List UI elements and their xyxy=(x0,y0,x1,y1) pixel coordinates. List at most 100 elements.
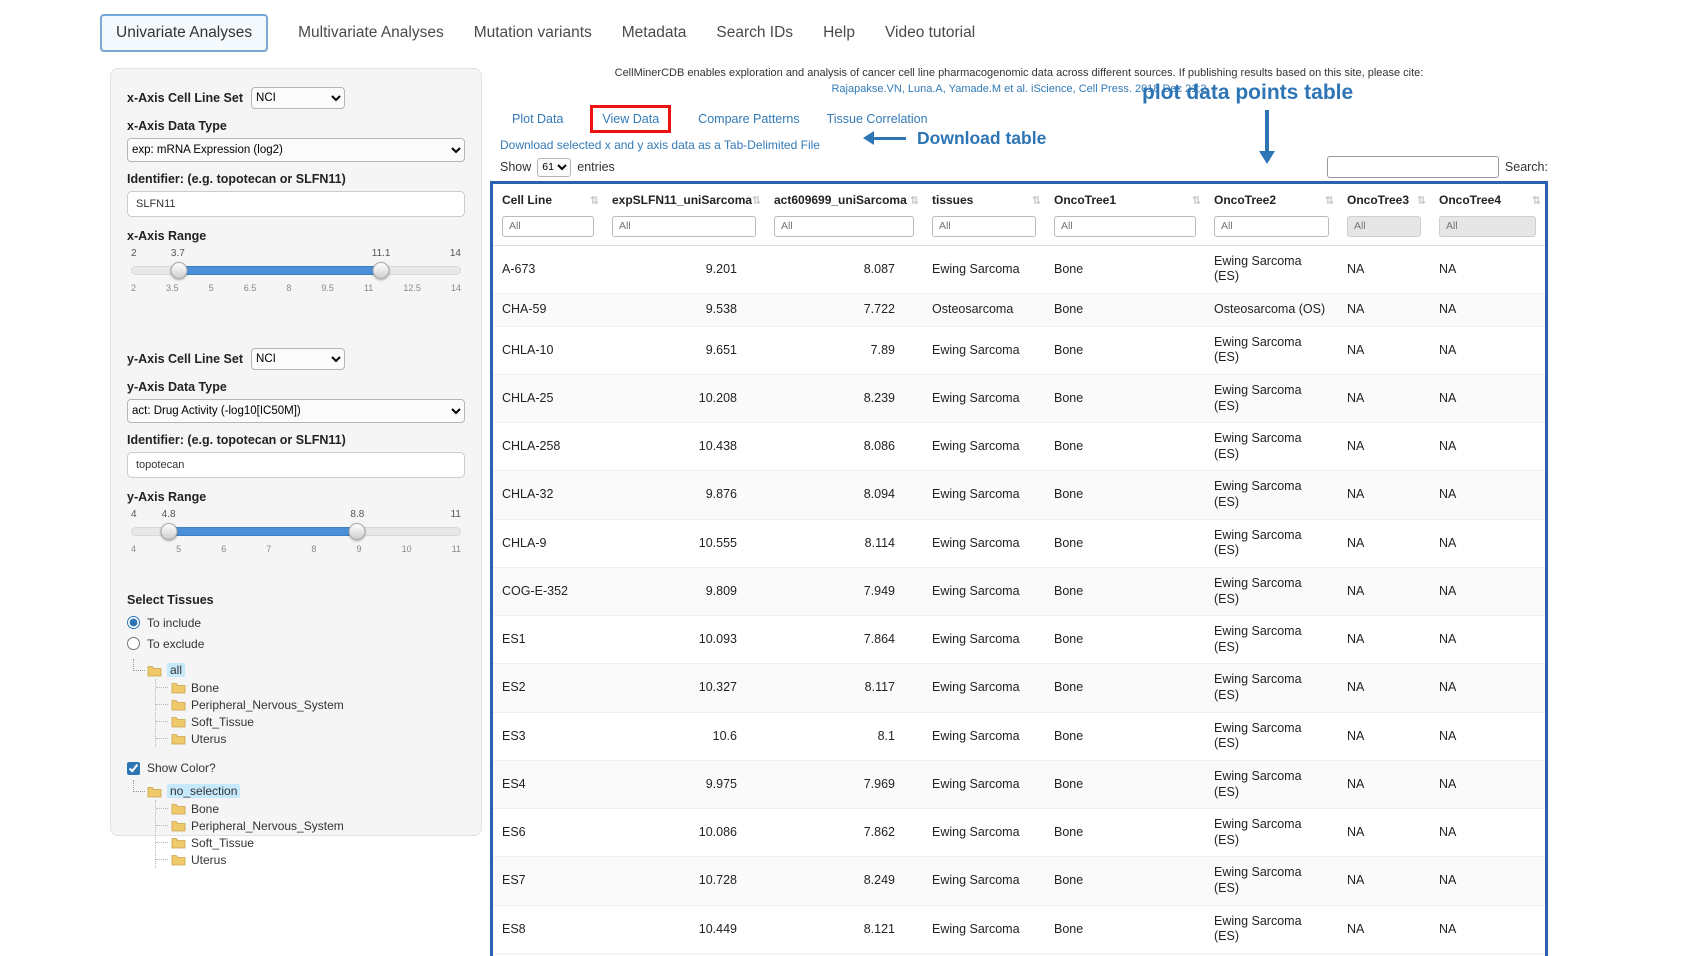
sort-icon[interactable] xyxy=(1032,194,1041,207)
sort-icon[interactable] xyxy=(590,194,599,207)
tree-item[interactable]: Peripheral_Nervous_System xyxy=(156,696,465,713)
filter-oncotree4[interactable] xyxy=(1439,216,1536,237)
slider-track[interactable] xyxy=(131,266,461,275)
tree-item[interactable]: Bone xyxy=(156,679,465,696)
y-axis-cell-line-set-select[interactable]: NCI xyxy=(251,348,345,370)
filter-cell-line[interactable] xyxy=(502,216,594,237)
table-row[interactable]: ES6 10.086 7.862 Ewing Sarcoma Bone Ewin… xyxy=(493,809,1545,857)
tree-item[interactable]: Soft_Tissue xyxy=(156,713,465,730)
subtab-plot-data[interactable]: Plot Data xyxy=(512,112,563,126)
tree-item[interactable]: Peripheral_Nervous_System xyxy=(156,817,465,834)
column-header[interactable]: expSLFN11_uniSarcoma xyxy=(603,184,765,214)
column-header[interactable]: Cell Line xyxy=(493,184,603,214)
include-radio-label: To include xyxy=(147,616,201,630)
table-row[interactable]: CHA-59 9.538 7.722 Osteosarcoma Bone Ost… xyxy=(493,294,1545,327)
sort-icon[interactable] xyxy=(1532,194,1541,207)
y-slider-handle-high[interactable] xyxy=(349,523,366,540)
controls-sidebar: x-Axis Cell Line Set NCI x-Axis Data Typ… xyxy=(110,68,482,836)
x-axis-cell-line-set-select[interactable]: NCI xyxy=(251,87,345,109)
download-tab-delimited-link[interactable]: Download selected x and y axis data as a… xyxy=(500,138,820,152)
tab-mutation-variants[interactable]: Mutation variants xyxy=(474,24,592,42)
table-controls: Show 61 entries Search: xyxy=(490,156,1548,179)
x-axis-identifier-input[interactable] xyxy=(127,191,465,217)
filter-oncotree1[interactable] xyxy=(1054,216,1196,237)
table-row[interactable]: ES7 10.728 8.249 Ewing Sarcoma Bone Ewin… xyxy=(493,857,1545,905)
exclude-radio[interactable] xyxy=(127,637,140,650)
tab-search-ids[interactable]: Search IDs xyxy=(716,24,793,42)
table-row[interactable]: CHLA-258 10.438 8.086 Ewing Sarcoma Bone… xyxy=(493,423,1545,471)
sort-icon[interactable] xyxy=(1325,194,1334,207)
table-row[interactable]: ES8 10.449 8.121 Ewing Sarcoma Bone Ewin… xyxy=(493,905,1545,953)
x-slider-handle-low[interactable] xyxy=(170,262,187,279)
tree-item[interactable]: Bone xyxy=(156,800,465,817)
filter-tissues[interactable] xyxy=(932,216,1036,237)
column-header[interactable]: OncoTree1 xyxy=(1045,184,1205,214)
slider-track[interactable] xyxy=(131,527,461,536)
table-row[interactable]: ES2 10.327 8.117 Ewing Sarcoma Bone Ewin… xyxy=(493,664,1545,712)
tab-video-tutorial[interactable]: Video tutorial xyxy=(885,24,975,42)
show-color-checkbox[interactable] xyxy=(127,762,140,775)
tree-root-label[interactable]: all xyxy=(167,663,185,677)
filter-exp[interactable] xyxy=(612,216,756,237)
column-header[interactable]: OncoTree4 xyxy=(1430,184,1545,214)
column-header[interactable]: OncoTree2 xyxy=(1205,184,1338,214)
citation-reference-link[interactable]: Rajapakse.VN, Luna.A, Yamade.M et al. iS… xyxy=(490,83,1548,95)
subtab-tissue-correlation[interactable]: Tissue Correlation xyxy=(827,112,928,126)
subtab-view-data[interactable]: View Data xyxy=(602,112,659,126)
cell-line-value: A-673 xyxy=(493,245,603,293)
plot-data-points-annotation: plot data points table xyxy=(1142,81,1353,105)
tree-item[interactable]: Uterus xyxy=(156,851,465,868)
sort-icon[interactable] xyxy=(1417,194,1426,207)
download-table-annotation-label: Download table xyxy=(917,128,1046,149)
x-axis-range-slider[interactable]: 2 3.7 11.1 14 23.556.589.51112.514 xyxy=(131,248,461,304)
exp-value: 10.555 xyxy=(603,519,765,567)
tree-root-row[interactable]: no_selection xyxy=(131,782,465,800)
tree-root-row[interactable]: all xyxy=(131,661,465,679)
header-row: Cell Line expSLFN11_uniSarcoma act609699… xyxy=(493,184,1545,214)
column-header[interactable]: OncoTree3 xyxy=(1338,184,1430,214)
filter-oncotree3[interactable] xyxy=(1347,216,1421,237)
tree-item[interactable]: Uterus xyxy=(156,730,465,747)
table-row[interactable]: A-673 9.201 8.087 Ewing Sarcoma Bone Ewi… xyxy=(493,245,1545,293)
subtab-compare-patterns[interactable]: Compare Patterns xyxy=(698,112,799,126)
y-axis-range-slider[interactable]: 4 4.8 8.8 11 4567891011 xyxy=(131,509,461,565)
table-row[interactable]: ES4 9.975 7.969 Ewing Sarcoma Bone Ewing… xyxy=(493,760,1545,808)
table-row[interactable]: CHLA-25 10.208 8.239 Ewing Sarcoma Bone … xyxy=(493,374,1545,422)
oncotree4-value: NA xyxy=(1430,664,1545,712)
column-header[interactable]: tissues xyxy=(923,184,1045,214)
table-row[interactable]: CHLA-10 9.651 7.89 Ewing Sarcoma Bone Ew… xyxy=(493,326,1545,374)
table-row[interactable]: CHLA-32 9.876 8.094 Ewing Sarcoma Bone E… xyxy=(493,471,1545,519)
sort-icon[interactable] xyxy=(1192,194,1201,207)
tab-metadata[interactable]: Metadata xyxy=(622,24,687,42)
oncotree2-value: Ewing Sarcoma (ES) xyxy=(1205,616,1338,664)
tissues-include-radio-row[interactable]: To include xyxy=(127,612,465,633)
slider-high-value: 11.1 xyxy=(372,248,391,259)
tissues-exclude-radio-row[interactable]: To exclude xyxy=(127,633,465,654)
table-row[interactable]: CHLA-9 10.555 8.114 Ewing Sarcoma Bone E… xyxy=(493,519,1545,567)
tab-help[interactable]: Help xyxy=(823,24,855,42)
x-axis-data-type-select[interactable]: exp: mRNA Expression (log2) xyxy=(127,138,465,162)
table-row[interactable]: ES1 10.093 7.864 Ewing Sarcoma Bone Ewin… xyxy=(493,616,1545,664)
x-slider-handle-high[interactable] xyxy=(372,262,389,279)
show-color-row[interactable]: Show Color? xyxy=(127,761,465,775)
column-header-label: tissues xyxy=(932,193,973,207)
oncotree1-value: Bone xyxy=(1045,326,1205,374)
sort-icon[interactable] xyxy=(752,194,761,207)
include-radio[interactable] xyxy=(127,616,140,629)
y-axis-identifier-input[interactable] xyxy=(127,452,465,478)
y-slider-handle-low[interactable] xyxy=(161,523,178,540)
search-input[interactable] xyxy=(1327,156,1499,178)
filter-act[interactable] xyxy=(774,216,914,237)
y-axis-data-type-select[interactable]: act: Drug Activity (-log10[IC50M]) xyxy=(127,399,465,423)
tree-item[interactable]: Soft_Tissue xyxy=(156,834,465,851)
filter-oncotree2[interactable] xyxy=(1214,216,1329,237)
tab-univariate-analyses[interactable]: Univariate Analyses xyxy=(100,14,268,52)
table-row[interactable]: COG-E-352 9.809 7.949 Ewing Sarcoma Bone… xyxy=(493,567,1545,615)
table-row[interactable]: ES3 10.6 8.1 Ewing Sarcoma Bone Ewing Sa… xyxy=(493,712,1545,760)
column-header[interactable]: act609699_uniSarcoma xyxy=(765,184,923,214)
entries-select[interactable]: 61 xyxy=(537,158,571,177)
tab-multivariate-analyses[interactable]: Multivariate Analyses xyxy=(298,24,444,42)
sort-icon[interactable] xyxy=(910,194,919,207)
main-content: CellMinerCDB enables exploration and ana… xyxy=(490,66,1548,956)
tree-root-label[interactable]: no_selection xyxy=(167,784,240,798)
